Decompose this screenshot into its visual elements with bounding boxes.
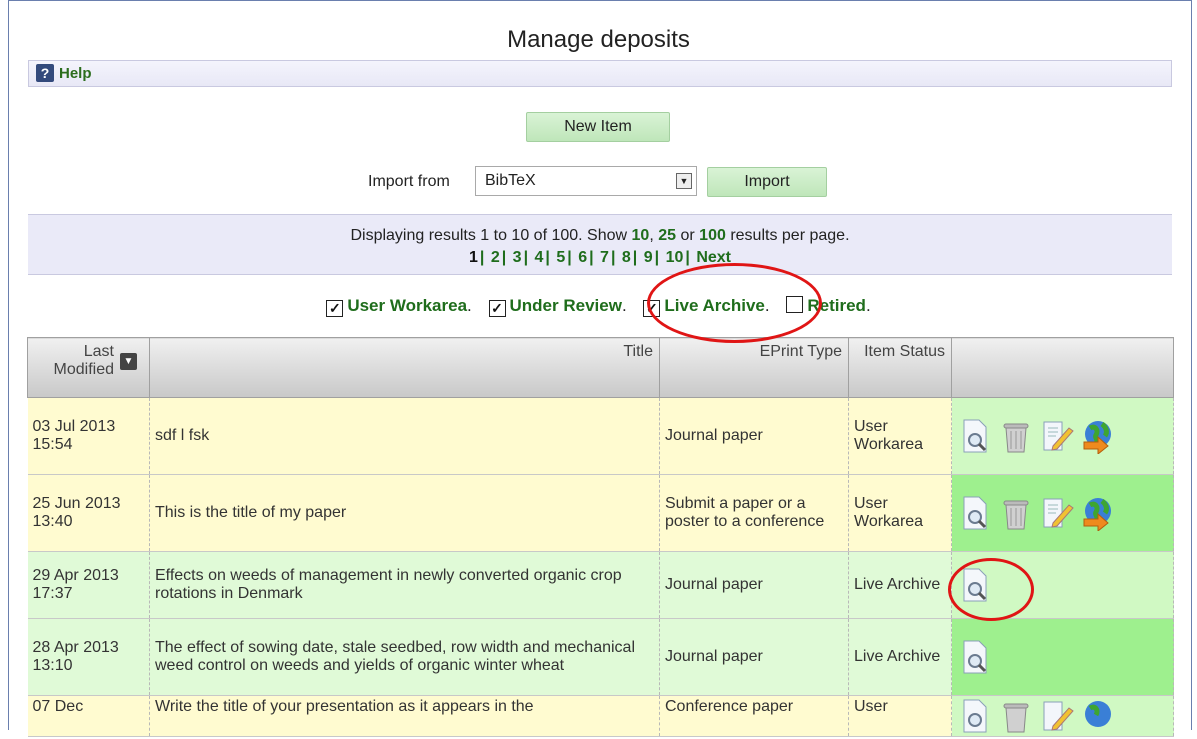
row-actions — [951, 551, 1174, 619]
filter-live-archive[interactable]: ✓ Live Archive. — [643, 296, 770, 317]
column-item-status[interactable]: Item Status — [848, 337, 952, 398]
row-actions — [951, 474, 1174, 552]
new-item-button[interactable]: New Item — [526, 112, 670, 142]
view-icon[interactable] — [957, 418, 993, 454]
row-date: 03 Jul 2013 15:54 — [27, 397, 150, 475]
row-actions — [951, 618, 1174, 696]
view-icon[interactable] — [957, 495, 993, 531]
column-last-modified[interactable]: Last Modified ▼ — [27, 337, 150, 398]
column-title[interactable]: Title — [149, 337, 660, 398]
row-type: Journal paper — [659, 551, 849, 619]
deposit-icon[interactable] — [1080, 495, 1116, 533]
table-row: 29 Apr 2013 17:37 Effects on weeds of man… — [27, 551, 1174, 619]
row-status: Live Archive — [848, 618, 952, 696]
delete-icon[interactable] — [998, 418, 1034, 454]
row-type: Conference paper — [659, 695, 849, 737]
column-actions — [951, 337, 1174, 398]
row-status: User — [848, 695, 952, 737]
checkbox-under-review[interactable]: ✓ — [488, 300, 506, 317]
help-bar[interactable]: ? Help — [28, 60, 1172, 87]
row-title: Effects on weeds of management in newly … — [149, 551, 660, 619]
per-page-10-link[interactable]: 10 — [632, 227, 650, 244]
page-1-current: 1 — [468, 249, 478, 266]
table-row: 03 Jul 2013 15:54 sdf l fsk Journal paper… — [27, 397, 1174, 475]
page-3-link[interactable]: 3 — [513, 249, 522, 266]
row-date: 29 Apr 2013 17:37 — [27, 551, 150, 619]
table-row: 07 Dec Write the title of your presentat… — [27, 695, 1174, 737]
page-9-link[interactable]: 9 — [644, 249, 653, 266]
table-row: 25 Jun 2013 13:40 This is the title of my… — [27, 474, 1174, 552]
delete-icon[interactable] — [998, 495, 1034, 531]
row-status: User Workarea — [848, 397, 952, 475]
row-type: Journal paper — [659, 397, 849, 475]
results-summary-suffix: results per page. — [730, 227, 850, 244]
per-page-25-link[interactable]: 25 — [658, 227, 676, 244]
row-date: 07 Dec — [27, 695, 150, 737]
results-summary-prefix: Displaying results 1 to 10 of 100. Show — [350, 227, 628, 244]
filter-user-workarea[interactable]: ✓ User Workarea. — [326, 296, 472, 317]
results-summary-or: or — [680, 227, 695, 244]
import-format-value: BibTeX — [485, 172, 536, 189]
filter-retired[interactable]: Retired. — [786, 296, 871, 316]
row-title: Write the title of your presentation as … — [149, 695, 660, 737]
row-actions — [951, 695, 1174, 737]
view-icon[interactable] — [957, 567, 993, 603]
row-status: User Workarea — [848, 474, 952, 552]
help-icon[interactable]: ? — [36, 64, 54, 82]
checkbox-live-archive[interactable]: ✓ — [643, 300, 661, 317]
page-title: Manage deposits — [507, 26, 690, 53]
import-from-label: Import from — [368, 173, 450, 190]
import-format-select[interactable]: BibTeX ▼ — [475, 166, 697, 196]
view-icon[interactable] — [957, 639, 993, 675]
column-eprint-type[interactable]: EPrint Type — [659, 337, 849, 398]
row-title: The effect of sowing date, stale seedbed… — [149, 618, 660, 696]
per-page-100-link[interactable]: 100 — [699, 227, 726, 244]
sort-desc-icon[interactable]: ▼ — [120, 352, 137, 370]
page-5-link[interactable]: 5 — [556, 249, 565, 266]
pagination: 1 | 2 | 3 | 4 | 5 | 6 | 7 | 8 | 9 | 10 | Next — [468, 249, 731, 266]
table-header-row: Last Modified ▼ Title EPrint Type Item S… — [27, 337, 1174, 398]
page-6-link[interactable]: 6 — [578, 249, 587, 266]
row-title: This is the title of my paper — [149, 474, 660, 552]
deposit-icon[interactable] — [1080, 418, 1116, 456]
next-page-link[interactable]: Next — [696, 249, 731, 266]
edit-icon[interactable] — [1039, 418, 1075, 454]
row-title: sdf l fsk — [149, 397, 660, 475]
chevron-down-icon[interactable]: ▼ — [676, 173, 692, 189]
table-row: 28 Apr 2013 13:10 The effect of sowing da… — [27, 618, 1174, 696]
row-date: 28 Apr 2013 13:10 — [27, 618, 150, 696]
results-summary: Displaying results 1 to 10 of 100. Show … — [350, 227, 850, 244]
filter-under-review[interactable]: ✓ Under Review. — [488, 296, 627, 317]
page-10-link[interactable]: 10 — [666, 249, 684, 266]
deposits-table: Last Modified ▼ Title EPrint Type Item S… — [27, 337, 1174, 737]
page-4-link[interactable]: 4 — [535, 249, 544, 266]
row-status: Live Archive — [848, 551, 952, 619]
row-type: Submit a paper or a poster to a conferen… — [659, 474, 849, 552]
results-bar: Displaying results 1 to 10 of 100. Show … — [28, 214, 1172, 275]
page-7-link[interactable]: 7 — [600, 249, 609, 266]
page-8-link[interactable]: 8 — [622, 249, 631, 266]
row-actions — [951, 397, 1174, 475]
row-date: 25 Jun 2013 13:40 — [27, 474, 150, 552]
edit-icon[interactable] — [1039, 495, 1075, 531]
checkbox-retired[interactable] — [786, 296, 804, 313]
row-type: Journal paper — [659, 618, 849, 696]
import-button[interactable]: Import — [707, 167, 827, 197]
status-filters: ✓ User Workarea. ✓ Under Review. ✓ Live Arc… — [0, 296, 1197, 317]
page-2-link[interactable]: 2 — [491, 249, 500, 266]
help-link[interactable]: Help — [59, 65, 92, 82]
checkbox-user-workarea[interactable]: ✓ — [326, 300, 344, 317]
